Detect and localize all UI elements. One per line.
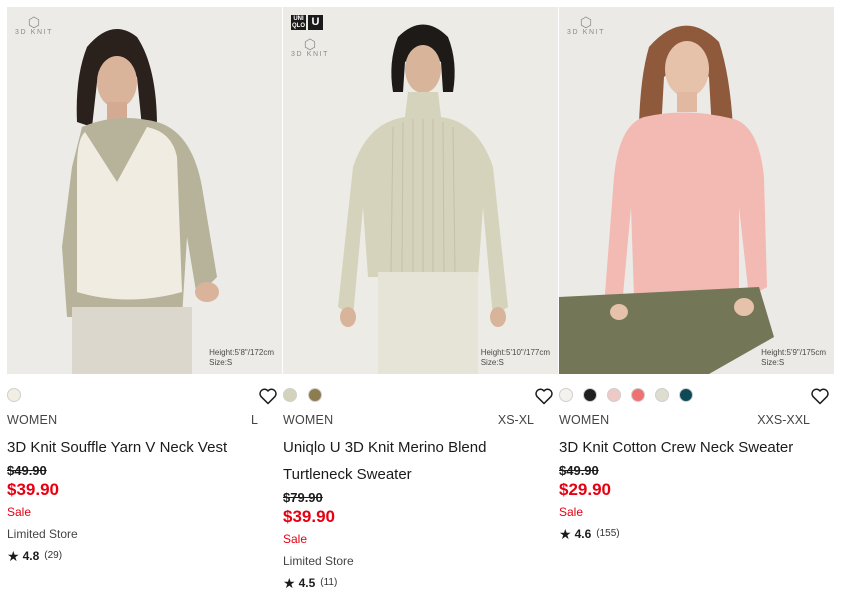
- star-icon: ★: [7, 548, 20, 564]
- uniqlo-u-logo: UNI QLO U: [291, 15, 323, 30]
- product-card-souffle-vest[interactable]: ⬡ 3D KNIT Height:5'8"/172cm Size:S WOMEN…: [7, 7, 282, 563]
- color-swatches: [283, 374, 558, 405]
- product-name[interactable]: 3D Knit Souffle Yarn V Neck Vest: [7, 434, 282, 461]
- color-swatch[interactable]: [631, 388, 645, 402]
- color-swatches: [559, 374, 834, 405]
- rating: ★ 4.5 (11): [283, 576, 558, 590]
- product-card-merino-turtleneck[interactable]: UNI QLO U ⬡ 3D KNIT Height:5'10"/177cm S…: [283, 7, 558, 590]
- star-icon: ★: [559, 526, 572, 542]
- product-card-cotton-crew-sweater[interactable]: ⬡ 3D KNIT Height:5'9"/175cm Size:S WOMEN…: [559, 7, 834, 541]
- star-icon: ★: [283, 575, 296, 591]
- rating: ★ 4.6 (155): [559, 527, 834, 541]
- sale-price: $39.90: [283, 507, 335, 526]
- size-range: XXS-XXL: [757, 413, 810, 427]
- original-price: $49.90: [7, 463, 47, 478]
- favorite-heart-icon[interactable]: [534, 386, 554, 406]
- review-count: (11): [320, 577, 338, 588]
- size-range: XS-XL: [497, 413, 534, 427]
- product-meta: WOMEN XS-XL: [283, 410, 558, 430]
- cube-icon: ⬡: [303, 36, 317, 52]
- color-swatch[interactable]: [679, 388, 693, 402]
- product-image[interactable]: UNI QLO U ⬡ 3D KNIT Height:5'10"/177cm S…: [283, 7, 558, 374]
- product-photo: [7, 7, 282, 374]
- review-count: (29): [44, 550, 63, 561]
- sale-flag: Sale: [559, 505, 584, 519]
- gender-label: WOMEN: [559, 413, 610, 427]
- product-name[interactable]: Uniqlo U 3D Knit Merino Blend Turtleneck…: [283, 434, 558, 488]
- review-count: (155): [596, 528, 620, 539]
- color-swatch[interactable]: [7, 388, 21, 402]
- size-range: L: [251, 413, 258, 427]
- color-swatch[interactable]: [655, 388, 669, 402]
- product-image[interactable]: ⬡ 3D KNIT Height:5'8"/172cm Size:S: [7, 7, 282, 374]
- gender-label: WOMEN: [283, 413, 334, 427]
- product-image[interactable]: ⬡ 3D KNIT Height:5'9"/175cm Size:S: [559, 7, 834, 374]
- sale-flag: Sale: [7, 505, 32, 519]
- product-name[interactable]: 3D Knit Cotton Crew Neck Sweater: [559, 434, 834, 461]
- availability-label: Limited Store: [7, 527, 78, 541]
- 3d-knit-badge: ⬡ 3D KNIT: [567, 14, 606, 36]
- gender-label: WOMEN: [7, 413, 58, 427]
- rating-score: 4.8: [22, 549, 40, 563]
- favorite-heart-icon[interactable]: [258, 386, 278, 406]
- sale-price: $39.90: [7, 480, 59, 499]
- 3d-knit-badge: ⬡ 3D KNIT: [15, 14, 54, 36]
- favorite-heart-icon[interactable]: [810, 386, 830, 406]
- model-height-caption: Height:5'9"/175cm Size:S: [761, 348, 826, 367]
- product-meta: WOMEN XXS-XXL: [559, 410, 834, 430]
- sale-price: $29.90: [559, 480, 611, 499]
- color-swatch[interactable]: [308, 388, 322, 402]
- color-swatch[interactable]: [583, 388, 597, 402]
- product-photo: [559, 7, 834, 374]
- product-photo: [283, 7, 558, 374]
- color-swatch[interactable]: [283, 388, 297, 402]
- model-height-caption: Height:5'10"/177cm Size:S: [480, 348, 550, 367]
- cube-icon: ⬡: [579, 14, 593, 30]
- original-price: $79.90: [283, 490, 323, 505]
- color-swatches: [7, 374, 282, 405]
- rating-score: 4.5: [298, 576, 316, 590]
- cube-icon: ⬡: [27, 14, 41, 30]
- rating: ★ 4.8 (29): [7, 549, 282, 563]
- availability-label: Limited Store: [283, 554, 354, 568]
- product-meta: WOMEN L: [7, 410, 282, 430]
- rating-score: 4.6: [574, 527, 592, 541]
- model-height-caption: Height:5'8"/172cm Size:S: [209, 348, 274, 367]
- original-price: $49.90: [559, 463, 599, 478]
- color-swatch[interactable]: [607, 388, 621, 402]
- color-swatch[interactable]: [559, 388, 573, 402]
- 3d-knit-badge: ⬡ 3D KNIT: [291, 36, 330, 58]
- sale-flag: Sale: [283, 532, 308, 546]
